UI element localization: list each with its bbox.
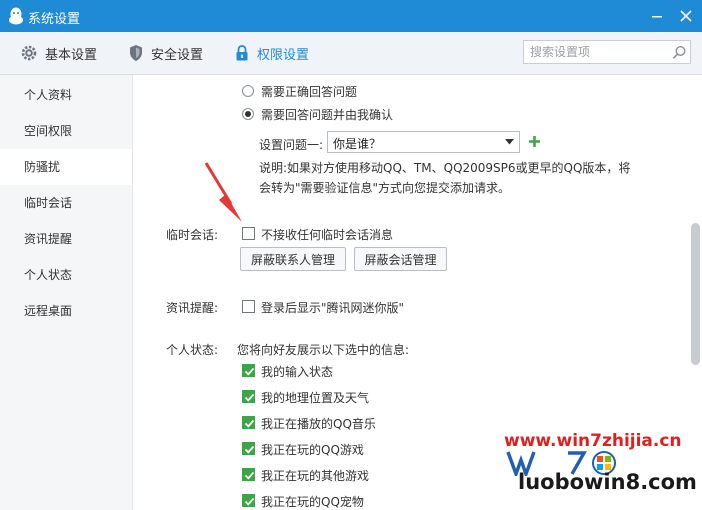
content-scrollbar[interactable] bbox=[690, 75, 702, 510]
verify-note-line-2: 会转为"需要验证信息"方式向您提交添加请求。 bbox=[259, 181, 511, 195]
settings-search-box[interactable] bbox=[523, 40, 691, 64]
watermark-site-1: www.win7zhijia.cn bbox=[504, 431, 682, 451]
status-qq-pet-checkbox[interactable] bbox=[242, 494, 255, 507]
radio-answer-and-confirm-label: 需要回答问题并由我确认 bbox=[261, 108, 394, 122]
lock-icon bbox=[236, 45, 248, 61]
radio-correct-answer[interactable] bbox=[242, 85, 254, 97]
tab-permission-settings[interactable]: 权限设置 bbox=[234, 32, 309, 74]
close-icon[interactable] bbox=[677, 7, 695, 25]
tab-basic-settings[interactable]: 基本设置 bbox=[20, 32, 97, 74]
sidebar-item-anti-harassment[interactable]: 防骚扰 bbox=[0, 149, 132, 185]
minimize-icon[interactable] bbox=[648, 7, 666, 25]
status-qq-game-checkbox[interactable] bbox=[242, 442, 255, 455]
news-alert-label: 资讯提醒: bbox=[166, 301, 219, 315]
status-other-game-label: 我正在玩的其他游戏 bbox=[261, 469, 370, 483]
radio-answer-and-confirm[interactable] bbox=[242, 108, 254, 120]
question-one-value: 你是谁？ bbox=[333, 137, 382, 151]
checkmark-icon bbox=[244, 445, 255, 454]
tab-label: 安全设置 bbox=[151, 47, 204, 63]
checkmark-icon bbox=[244, 367, 255, 376]
status-qq-music-label: 我正在播放的QQ音乐 bbox=[261, 417, 376, 431]
reject-temp-session-checkbox[interactable] bbox=[242, 227, 255, 240]
scrollbar-thumb[interactable] bbox=[691, 223, 700, 365]
window-title: 系统设置 bbox=[28, 12, 81, 27]
show-tencent-mini-label: 登录后显示"腾讯网迷你版" bbox=[261, 301, 405, 315]
tab-label: 基本设置 bbox=[45, 47, 98, 63]
sidebar-item-qzone-permission[interactable]: 空间权限 bbox=[0, 113, 132, 149]
status-qq-game-label: 我正在玩的QQ游戏 bbox=[261, 443, 364, 457]
checkmark-icon bbox=[244, 393, 255, 402]
watermark-site-2: luobowin8.com bbox=[518, 470, 697, 494]
sidebar-item-temp-session[interactable]: 临时会话 bbox=[0, 185, 132, 221]
title-bar: 系统设置 bbox=[0, 0, 702, 32]
reject-temp-session-label: 不接收任何临时会话消息 bbox=[261, 228, 394, 242]
tab-label: 权限设置 bbox=[257, 47, 310, 63]
checkmark-icon bbox=[244, 419, 255, 428]
sidebar-item-remote-desktop[interactable]: 远程桌面 bbox=[0, 293, 132, 329]
status-typing-checkbox[interactable] bbox=[242, 364, 255, 377]
sidebar-item-profile[interactable]: 个人资料 bbox=[0, 77, 132, 113]
tab-security-settings[interactable]: 安全设置 bbox=[128, 32, 203, 74]
question-one-select[interactable]: 你是谁？ bbox=[327, 131, 520, 153]
shield-icon bbox=[130, 45, 142, 61]
sidebar-item-news-alert[interactable]: 资讯提醒 bbox=[0, 221, 132, 257]
status-location-weather-label: 我的地理位置及天气 bbox=[261, 391, 370, 405]
verify-note-line-1: 说明:如果对方使用移动QQ、TM、QQ2009SP6或更早的QQ版本，将 bbox=[259, 161, 631, 175]
add-question-plus-icon[interactable] bbox=[528, 135, 541, 148]
chevron-down-icon bbox=[505, 139, 514, 145]
status-location-weather-checkbox[interactable] bbox=[242, 390, 255, 403]
temp-session-label: 临时会话: bbox=[166, 228, 219, 242]
radio-correct-answer-label: 需要正确回答问题 bbox=[261, 85, 358, 99]
block-sessions-button[interactable]: 屏蔽会话管理 bbox=[354, 247, 447, 271]
personal-status-label: 个人状态: bbox=[166, 343, 219, 357]
show-tencent-mini-checkbox[interactable] bbox=[242, 300, 255, 313]
question-one-label: 设置问题一: bbox=[259, 138, 324, 152]
red-pointer-arrow-icon bbox=[204, 162, 242, 222]
search-input[interactable] bbox=[530, 44, 658, 60]
status-typing-label: 我的输入状态 bbox=[261, 365, 334, 379]
qq-penguin-icon bbox=[9, 7, 23, 25]
block-contacts-button[interactable]: 屏蔽联系人管理 bbox=[240, 247, 346, 271]
search-icon[interactable] bbox=[672, 45, 687, 60]
gear-icon bbox=[21, 45, 37, 61]
status-qq-music-checkbox[interactable] bbox=[242, 416, 255, 429]
checkmark-icon bbox=[244, 497, 255, 506]
settings-sidebar: 个人资料 空间权限 防骚扰 临时会话 资讯提醒 个人状态 远程桌面 bbox=[0, 75, 133, 510]
personal-status-desc: 您将向好友展示以下选中的信息: bbox=[237, 343, 410, 357]
sidebar-item-personal-status[interactable]: 个人状态 bbox=[0, 257, 132, 293]
checkmark-icon bbox=[244, 471, 255, 480]
status-qq-pet-label: 我正在玩的QQ宠物 bbox=[261, 495, 364, 509]
status-other-game-checkbox[interactable] bbox=[242, 468, 255, 481]
